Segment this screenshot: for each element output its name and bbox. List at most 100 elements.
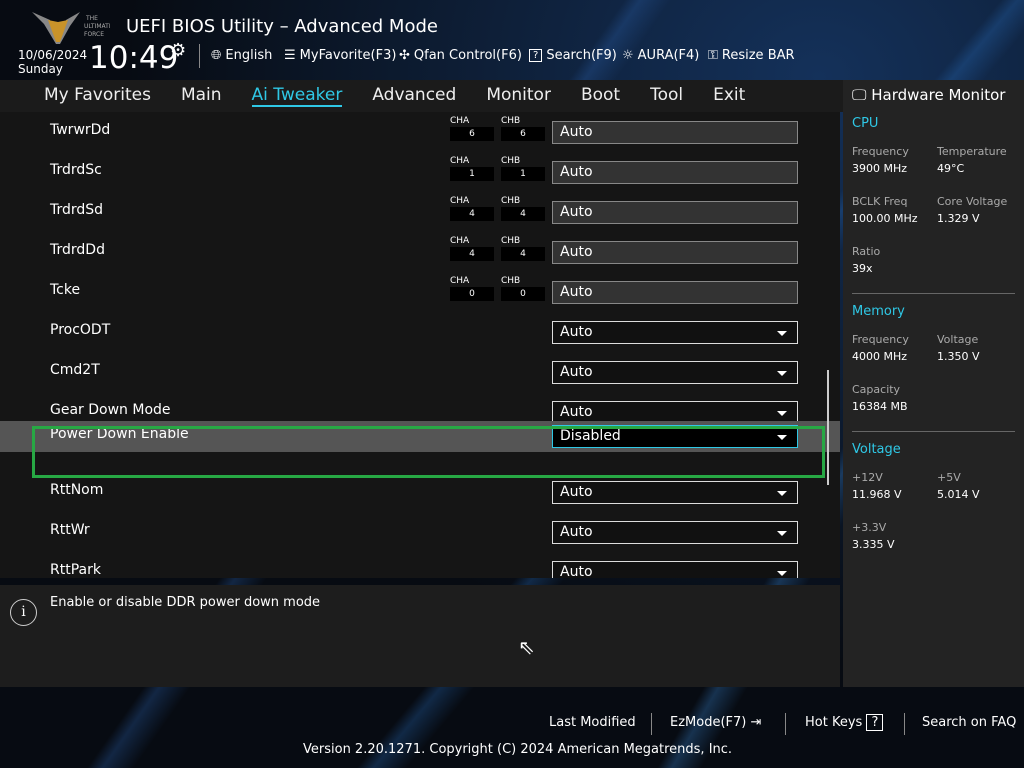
search-button[interactable]: ? Search(F9) — [529, 48, 617, 63]
hm-key: +12V — [852, 471, 883, 484]
hotkeys-button[interactable]: Hot Keys ? — [805, 714, 884, 731]
hm-item: Capacity 16384 MB — [852, 383, 937, 413]
hm-item: +12V 11.968 V — [852, 471, 937, 501]
hm-value: 39x — [852, 262, 873, 275]
setting-row[interactable]: Gear Down Mode Auto — [0, 393, 840, 424]
faq-button[interactable]: Search on FAQ — [922, 715, 1016, 730]
channel-b: CHB 6 — [501, 116, 545, 141]
setting-row[interactable]: RttWr Auto — [0, 513, 840, 544]
setting-row[interactable]: TrdrdDd CHA 4 CHB 4 Auto — [0, 233, 840, 264]
scrollbar[interactable] — [827, 370, 829, 485]
hm-item: +3.3V 3.335 V — [852, 521, 937, 551]
setting-input[interactable]: Auto — [552, 281, 798, 304]
tab-tool[interactable]: Tool — [635, 80, 698, 112]
hm-item: Frequency 3900 MHz — [852, 145, 937, 175]
tab-exit[interactable]: Exit — [698, 80, 760, 112]
hm-key: +3.3V — [852, 521, 887, 534]
qfan-button[interactable]: ✣ Qfan Control(F6) — [399, 48, 522, 63]
cha-label: CHA — [450, 196, 470, 206]
channel-b: CHB 0 — [501, 276, 545, 301]
setting-label: TrdrdSd — [50, 202, 104, 218]
divider — [199, 44, 200, 68]
hm-key: Voltage — [937, 333, 979, 346]
setting-dropdown[interactable]: Auto — [552, 521, 798, 544]
aura-button[interactable]: ☼ AURA(F4) — [622, 48, 699, 63]
language-button[interactable]: 🌐︎ English — [211, 48, 272, 63]
fan-icon: ✣ — [399, 48, 410, 63]
hm-value: 49°C — [937, 162, 965, 175]
tool-label: MyFavorite(F3) — [299, 48, 397, 63]
chb-label: CHB — [501, 196, 521, 206]
globe-icon: 🌐︎ — [211, 48, 222, 63]
tab-ai-tweaker[interactable]: Ai Tweaker — [237, 80, 358, 112]
setting-row[interactable]: TwrwrDd CHA 6 CHB 6 Auto — [0, 113, 840, 144]
svg-text:ULTIMATE: ULTIMATE — [84, 23, 110, 30]
setting-dropdown[interactable]: Auto — [552, 561, 798, 578]
setting-label: TrdrdSc — [50, 162, 102, 178]
date-display: 10/06/2024 Sunday — [18, 48, 87, 76]
resize-bar-button[interactable]: ⚿ Resize BAR — [708, 48, 795, 63]
hm-key: Ratio — [852, 245, 881, 258]
setting-dropdown[interactable]: Auto — [552, 361, 798, 384]
hm-key: Frequency — [852, 145, 909, 158]
setting-row[interactable]: RttPark Auto — [0, 553, 840, 578]
aura-icon: ☼ — [622, 48, 634, 63]
setting-dropdown[interactable]: Auto — [552, 321, 798, 344]
chb-value: 1 — [501, 167, 545, 181]
tool-label: Search(F9) — [546, 48, 617, 63]
ezmode-button[interactable]: EzMode(F7) ⇥ — [670, 715, 761, 730]
hm-item: Temperature 49°C — [937, 145, 1022, 175]
setting-label: Gear Down Mode — [50, 402, 171, 418]
chb-value: 6 — [501, 127, 545, 141]
setting-label: TrdrdDd — [50, 242, 105, 258]
search-help-icon: ? — [529, 49, 543, 62]
chb-label: CHB — [501, 116, 521, 126]
setting-dropdown[interactable]: Auto — [552, 481, 798, 504]
tab-my-favorites[interactable]: My Favorites — [29, 80, 166, 112]
hardware-monitor-title: Hardware Monitor — [871, 86, 1006, 104]
cha-label: CHA — [450, 156, 470, 166]
setting-label: TwrwrDd — [50, 122, 111, 138]
tab-main[interactable]: Main — [166, 80, 237, 112]
channel-b: CHB 4 — [501, 236, 545, 261]
setting-row[interactable]: ProcODT Auto — [0, 313, 840, 344]
hm-key: BCLK Freq — [852, 195, 908, 208]
setting-label: RttWr — [50, 522, 90, 538]
setting-row[interactable]: Cmd2T Auto — [0, 353, 840, 384]
mouse-cursor-icon: ⇖ — [518, 635, 535, 659]
last-modified-button[interactable]: Last Modified — [549, 715, 636, 730]
setting-input[interactable]: Auto — [552, 241, 798, 264]
setting-input[interactable]: Auto — [552, 201, 798, 224]
setting-row[interactable]: TrdrdSc CHA 1 CHB 1 Auto — [0, 153, 840, 184]
channel-a: CHA 4 — [450, 196, 494, 221]
setting-label: Cmd2T — [50, 362, 100, 378]
gear-icon[interactable]: ⚙ — [170, 40, 186, 61]
hm-item: BCLK Freq 100.00 MHz — [852, 195, 937, 225]
hm-value: 3.335 V — [852, 538, 895, 551]
setting-input[interactable]: Auto — [552, 161, 798, 184]
tool-label: Qfan Control(F6) — [413, 48, 522, 63]
svg-text:FORCE: FORCE — [84, 31, 104, 38]
help-panel: i Enable or disable DDR power down mode … — [0, 585, 840, 687]
hm-value: 11.968 V — [852, 488, 902, 501]
myfavorite-button[interactable]: ☰ MyFavorite(F3) — [284, 48, 396, 63]
tab-label: Exit — [713, 85, 746, 105]
setting-input[interactable]: Auto — [552, 121, 798, 144]
tab-monitor[interactable]: Monitor — [471, 80, 566, 112]
hm-value: 3900 MHz — [852, 162, 908, 175]
hm-item: Ratio 39x — [852, 245, 937, 275]
hm-section-memory: Memory — [852, 304, 905, 319]
tab-advanced[interactable]: Advanced — [357, 80, 471, 112]
cha-label: CHA — [450, 236, 470, 246]
tool-label: English — [225, 48, 273, 63]
exit-arrow-icon: ⇥ — [750, 715, 762, 730]
cha-value: 4 — [450, 247, 494, 261]
clock: 10:49 — [89, 40, 179, 76]
hm-section-cpu: CPU — [852, 116, 879, 131]
setting-row[interactable]: Tcke CHA 0 CHB 0 Auto — [0, 273, 840, 304]
setting-row[interactable]: TrdrdSd CHA 4 CHB 4 Auto — [0, 193, 840, 224]
chb-value: 4 — [501, 247, 545, 261]
tab-boot[interactable]: Boot — [566, 80, 635, 112]
window-title: UEFI BIOS Utility – Advanced Mode — [126, 16, 438, 37]
hm-section-voltage: Voltage — [852, 442, 901, 457]
